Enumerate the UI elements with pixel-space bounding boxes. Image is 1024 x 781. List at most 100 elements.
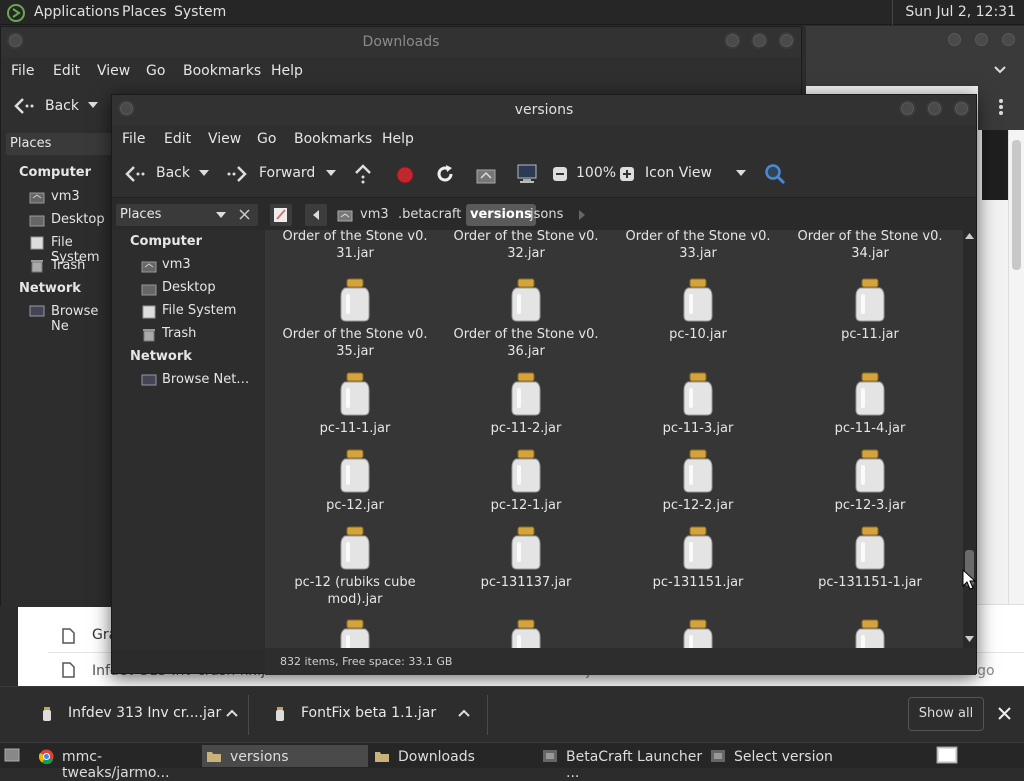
file-item[interactable]	[442, 619, 610, 648]
back-dropdown-icon[interactable]	[199, 170, 209, 177]
menu-help[interactable]: Help	[271, 63, 303, 79]
menu-help[interactable]: Help	[382, 131, 414, 147]
chevron-up-icon[interactable]	[458, 709, 470, 717]
menu-view[interactable]: View	[208, 131, 241, 147]
sidebar-item-trash[interactable]: Trash	[51, 258, 85, 273]
places-dropdown[interactable]: Places	[6, 133, 112, 155]
menu-view[interactable]: View	[97, 63, 130, 79]
task-chrome[interactable]: mmc-tweaks/jarmo...	[36, 745, 200, 781]
chevron-right-icon[interactable]	[578, 210, 586, 220]
maximize-button[interactable]	[973, 31, 990, 48]
sidebar-item-desktop[interactable]: Desktop	[162, 280, 216, 295]
file-item[interactable]: Order of the Stone v0. 31.jar	[271, 230, 439, 262]
close-button[interactable]	[778, 32, 795, 49]
file-item[interactable]: Order of the Stone v0. 32.jar	[442, 230, 610, 262]
close-sidebar-icon[interactable]	[239, 209, 250, 220]
window-menu-button[interactable]	[118, 100, 135, 117]
file-item[interactable]: pc-11-2.jar	[442, 372, 610, 437]
more-menu-icon[interactable]	[998, 98, 1004, 116]
forward-button[interactable]: Forward	[259, 165, 315, 181]
file-item[interactable]: pc-11-3.jar	[614, 372, 782, 437]
menu-file[interactable]: File	[11, 63, 34, 79]
dropdown-arrow-icon[interactable]	[88, 102, 98, 109]
minimize-button[interactable]	[724, 32, 741, 49]
close-button[interactable]	[1000, 31, 1017, 48]
menu-go[interactable]: Go	[257, 131, 276, 147]
places-dropdown[interactable]: Places	[116, 204, 258, 226]
workspace-switcher-icon[interactable]	[936, 746, 958, 764]
browser-scrollbar[interactable]	[1008, 130, 1024, 686]
task-select-version[interactable]: Select version	[708, 745, 874, 767]
back-arrow-icon[interactable]	[124, 165, 146, 183]
download-item[interactable]: Infdev 313 Inv cr....jar	[0, 687, 248, 743]
scroll-down-icon[interactable]	[965, 636, 974, 642]
file-item[interactable]	[614, 619, 782, 648]
menu-go[interactable]: Go	[146, 63, 165, 79]
menu-system[interactable]: System	[174, 4, 226, 20]
close-button[interactable]	[953, 100, 970, 117]
file-icon-view[interactable]: Order of the Stone v0. 31.jar Order of the…	[265, 230, 963, 648]
download-item[interactable]: FontFix beta 1.1.jar	[249, 687, 487, 743]
file-item[interactable]: pc-11.jar	[786, 278, 954, 343]
scrollbar-thumb[interactable]	[1012, 140, 1021, 270]
menu-places[interactable]: Places	[122, 4, 167, 20]
view-mode-select[interactable]: Icon View	[645, 165, 712, 181]
back-button[interactable]: Back	[45, 98, 79, 114]
menu-file[interactable]: File	[122, 131, 145, 147]
clock[interactable]: Sun Jul 2, 12:31	[892, 0, 1024, 25]
file-item[interactable]: pc-12-1.jar	[442, 449, 610, 514]
window-titlebar[interactable]: Downloads	[1, 27, 801, 57]
distro-logo-icon[interactable]	[6, 3, 26, 23]
zoom-in-icon[interactable]	[619, 166, 635, 182]
computer-icon[interactable]	[516, 163, 538, 185]
file-item[interactable]: pc-131137.jar	[442, 526, 610, 591]
menu-edit[interactable]: Edit	[164, 131, 191, 147]
minimize-button[interactable]	[946, 31, 963, 48]
chevron-up-icon[interactable]	[226, 709, 238, 717]
menu-bookmarks[interactable]: Bookmarks	[183, 63, 261, 79]
sidebar-item-desktop[interactable]: Desktop	[51, 212, 105, 227]
menu-edit[interactable]: Edit	[53, 63, 80, 79]
minimize-button[interactable]	[899, 100, 916, 117]
sidebar-item-browse-network[interactable]: Browse Ne	[51, 304, 113, 334]
file-item[interactable]	[786, 619, 954, 648]
file-item[interactable]: pc-12.jar	[271, 449, 439, 514]
back-arrow-icon[interactable]	[13, 97, 35, 115]
view-mode-dropdown-icon[interactable]	[736, 170, 746, 177]
file-item[interactable]: pc-131151.jar	[614, 526, 782, 591]
file-item[interactable]: Order of the Stone v0. 34.jar	[786, 230, 954, 262]
show-desktop-icon[interactable]	[4, 748, 20, 762]
task-downloads[interactable]: Downloads	[370, 745, 536, 767]
window-menu-button[interactable]	[7, 32, 24, 49]
maximize-button[interactable]	[751, 32, 768, 49]
reload-icon[interactable]	[435, 164, 455, 184]
file-item[interactable]: pc-11-4.jar	[786, 372, 954, 437]
breadcrumb-betacraft[interactable]: .betacraft	[394, 204, 465, 226]
sidebar-item-browse-network[interactable]: Browse Net…	[162, 372, 249, 387]
close-icon[interactable]	[998, 707, 1011, 720]
task-betacraft[interactable]: BetaCraft Launcher ...	[540, 745, 706, 781]
menu-applications[interactable]: Applications	[34, 4, 120, 20]
file-item[interactable]: Order of the Stone v0. 36.jar	[442, 278, 610, 360]
show-all-button[interactable]: Show all	[908, 697, 984, 731]
menu-bookmarks[interactable]: Bookmarks	[294, 131, 372, 147]
file-item[interactable]: pc-11-1.jar	[271, 372, 439, 437]
zoom-level[interactable]: 100%	[576, 165, 616, 181]
sidebar-item-vm3[interactable]: vm3	[162, 257, 191, 272]
breadcrumb-vm3[interactable]: vm3	[356, 204, 393, 226]
chevron-down-icon[interactable]	[993, 65, 1007, 75]
task-versions[interactable]: versions	[202, 745, 368, 767]
sidebar-item-trash[interactable]: Trash	[162, 326, 196, 341]
crumb-left-button[interactable]	[305, 204, 327, 226]
up-arrow-icon[interactable]	[354, 164, 372, 184]
back-button[interactable]: Back	[156, 165, 190, 181]
stop-icon[interactable]	[395, 165, 415, 185]
home-icon[interactable]	[475, 165, 497, 184]
search-icon[interactable]	[764, 163, 786, 185]
scroll-up-icon[interactable]	[965, 233, 974, 239]
window-titlebar[interactable]: versions	[112, 95, 976, 125]
zoom-out-icon[interactable]	[552, 166, 568, 182]
file-item[interactable]: pc-131151-1.jar	[786, 526, 954, 591]
sidebar-item-vm3[interactable]: vm3	[51, 189, 80, 204]
file-item[interactable]: pc-12 (rubiks cube mod).jar	[271, 526, 439, 608]
